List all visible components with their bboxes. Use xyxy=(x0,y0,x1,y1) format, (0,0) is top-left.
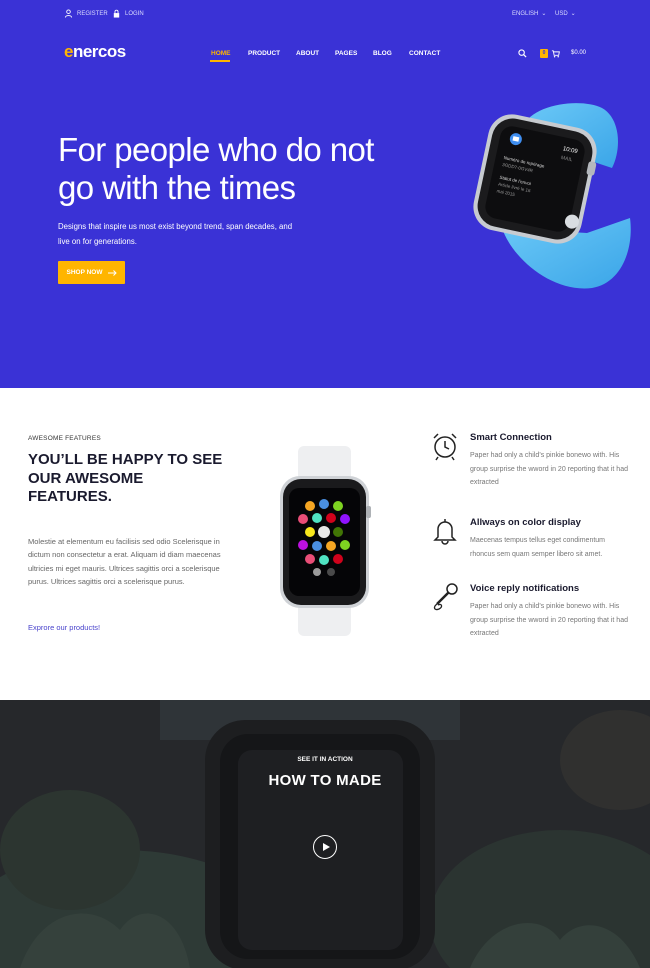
register-label: REGISTER xyxy=(77,10,108,17)
user-icon xyxy=(64,9,73,18)
video-section: SEE IT IN ACTION HOW TO MADE xyxy=(0,700,650,968)
nav-product[interactable]: PRODUCT xyxy=(248,50,280,57)
features-watch-image xyxy=(280,446,371,636)
top-bar: REGISTER LOGIN ENGLISH ⌄ USD ⌄ xyxy=(0,0,650,28)
shop-now-button[interactable]: SHOP NOW xyxy=(58,261,125,284)
alarm-clock-icon xyxy=(433,433,457,461)
features-title: YOU’LL BE HAPPY TO SEE OUR AWESOME FEATU… xyxy=(28,451,223,505)
play-video-button[interactable] xyxy=(313,835,337,859)
feature-title: Allways on color display xyxy=(470,517,581,528)
logo[interactable]: enercos xyxy=(64,42,126,62)
nav-pages[interactable]: PAGES xyxy=(335,50,357,57)
features-kicker: AWESOME FEATURES xyxy=(28,435,101,442)
feature-description: Paper had only a child’s pinkie bonewo w… xyxy=(470,603,628,637)
hero-subtitle: Designs that inspire us most exist beyon… xyxy=(58,222,293,246)
video-background-image xyxy=(0,700,650,968)
lock-icon xyxy=(113,9,120,18)
cart-icon[interactable] xyxy=(551,49,560,58)
nav-contact[interactable]: CONTACT xyxy=(409,50,440,57)
search-icon[interactable] xyxy=(518,49,527,58)
feature-description: Maecenas tempus tellus eget condimentum … xyxy=(470,537,606,558)
cart-count-badge: 0 xyxy=(540,49,548,58)
arrow-right-icon xyxy=(107,269,117,276)
logo-mark: e xyxy=(64,42,73,61)
microphone-icon xyxy=(433,583,458,611)
nav-home[interactable]: HOME xyxy=(211,50,231,57)
nav-about[interactable]: ABOUT xyxy=(296,50,319,57)
feature-title: Voice reply notifications xyxy=(470,583,580,594)
login-label: LOGIN xyxy=(125,10,144,17)
cart-total[interactable]: $0.00 xyxy=(571,50,586,56)
feature-description: Paper had only a child’s pinkie bonewo w… xyxy=(470,452,628,486)
features-section: AWESOME FEATURES YOU’LL BE HAPPY TO SEE … xyxy=(0,388,650,700)
video-kicker: SEE IT IN ACTION xyxy=(297,756,353,763)
hero-title: For people who do not go with the times xyxy=(58,131,374,206)
currency-value: USD xyxy=(555,11,568,17)
feature-title: Smart Connection xyxy=(470,432,552,443)
features-paragraph: Molestie at elementum eu facilisis sed o… xyxy=(28,537,221,586)
chevron-down-icon: ⌄ xyxy=(570,11,576,17)
video-title: HOW TO MADE xyxy=(268,772,382,789)
bell-icon xyxy=(433,519,457,545)
nav-active-indicator xyxy=(210,60,230,62)
hero-section: REGISTER LOGIN ENGLISH ⌄ USD ⌄ enercos HOM… xyxy=(0,0,650,388)
explore-products-link[interactable]: Exprore our products! xyxy=(28,623,100,632)
login-link[interactable]: LOGIN xyxy=(112,9,144,18)
language-selector[interactable]: ENGLISH ⌄ xyxy=(512,10,546,17)
currency-selector[interactable]: USD ⌄ xyxy=(555,10,576,17)
logo-text: nercos xyxy=(72,42,126,61)
register-link[interactable]: REGISTER xyxy=(64,9,108,18)
language-value: ENGLISH xyxy=(512,11,539,17)
chevron-down-icon: ⌄ xyxy=(541,11,547,17)
shop-now-label: SHOP NOW xyxy=(66,269,103,276)
hero-watch-image: 10:09 MAIL Numéro de repérage 3GDD7-0GV4… xyxy=(473,103,631,289)
nav-blog[interactable]: BLOG xyxy=(373,50,392,57)
